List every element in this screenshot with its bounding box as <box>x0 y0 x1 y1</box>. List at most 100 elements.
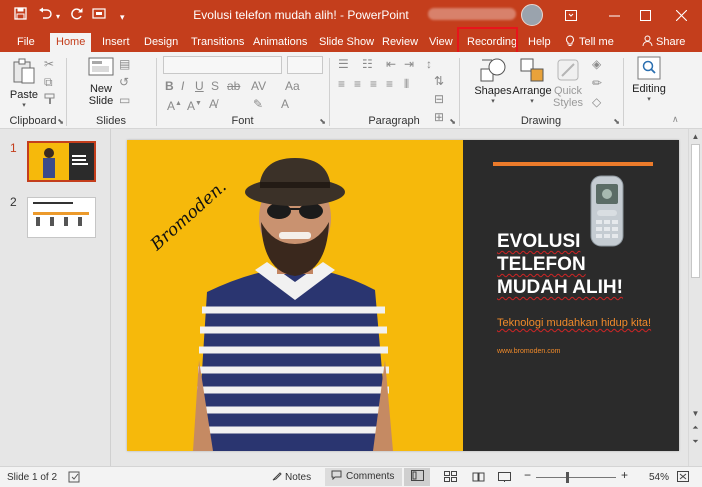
shapes-button[interactable]: Shapes ▾ <box>474 57 512 105</box>
scroll-down-icon[interactable]: ▼ <box>689 407 702 420</box>
text-direction-icon[interactable]: ⇅ <box>434 74 444 88</box>
new-slide-button[interactable]: New Slide <box>85 57 117 107</box>
tab-review[interactable]: Review <box>376 33 424 52</box>
scroll-up-icon[interactable]: ▲ <box>689 130 702 143</box>
save-icon[interactable] <box>14 7 27 24</box>
quick-styles-button[interactable]: Quick Styles <box>550 57 586 109</box>
share-button[interactable]: Share <box>636 33 691 52</box>
font-size-combo[interactable] <box>287 56 323 74</box>
close-icon[interactable] <box>665 0 697 30</box>
highlight-color-icon[interactable]: ✎ <box>253 97 263 111</box>
italic-icon[interactable]: I <box>181 79 184 93</box>
increase-indent-icon[interactable]: ⇥ <box>404 57 414 71</box>
scroll-thumb[interactable] <box>691 144 700 278</box>
zoom-out-icon[interactable]: − <box>524 469 531 482</box>
tell-me-box[interactable]: Tell me <box>559 33 620 52</box>
slide-counter[interactable]: Slide 1 of 2 <box>7 471 57 484</box>
format-painter-icon[interactable] <box>44 93 56 108</box>
maximize-icon[interactable] <box>629 0 661 30</box>
copy-icon[interactable]: ⧉ <box>44 75 53 89</box>
collapse-ribbon-icon[interactable]: ∧ <box>672 112 679 126</box>
drawing-launcher-icon[interactable]: ⬊ <box>613 117 620 126</box>
increase-font-icon[interactable]: A▲ <box>167 97 182 113</box>
customize-icon[interactable]: ▾ <box>120 9 125 25</box>
slide-url[interactable]: www.bromoden.com <box>497 348 560 355</box>
layout-icon[interactable]: ▤ <box>119 57 130 71</box>
ribbon-display-icon[interactable] <box>555 0 587 30</box>
slide-subtitle[interactable]: Teknologi mudahkan hidup kita! <box>497 316 657 331</box>
tab-file[interactable]: File <box>11 33 41 52</box>
slide-title[interactable]: EVOLUSI TELEFON MUDAH ALIH! <box>497 230 623 299</box>
underline-icon[interactable]: U <box>195 79 204 93</box>
paragraph-launcher-icon[interactable]: ⬊ <box>449 117 456 126</box>
paste-dropdown-icon[interactable]: ▾ <box>6 101 42 109</box>
undo-icon[interactable] <box>38 7 52 24</box>
change-case-icon[interactable]: Aa <box>285 79 300 93</box>
justify-icon[interactable]: ≡ <box>386 77 393 91</box>
zoom-slider[interactable] <box>536 477 616 478</box>
accessibility-icon[interactable] <box>68 471 81 487</box>
tab-view[interactable]: View <box>423 33 459 52</box>
arrange-button[interactable]: Arrange ▾ <box>512 57 552 105</box>
cut-icon[interactable]: ✂ <box>44 57 54 71</box>
align-left-icon[interactable]: ≡ <box>338 77 345 91</box>
shape-outline-icon[interactable]: ✏ <box>592 76 602 90</box>
tab-home[interactable]: Home <box>50 33 92 52</box>
align-center-icon[interactable]: ≡ <box>354 77 361 91</box>
slide-number-2: 2 <box>10 195 17 209</box>
font-name-combo[interactable] <box>163 56 282 74</box>
notes-button[interactable]: Notes <box>272 471 311 484</box>
vertical-scrollbar[interactable]: ▲ ▼ ⏶ ⏷ <box>688 129 702 466</box>
next-slide-icon[interactable]: ⏷ <box>689 435 702 448</box>
slide-text-panel[interactable]: EVOLUSI TELEFON MUDAH ALIH! Teknologi mu… <box>463 140 679 451</box>
slide-photo-panel[interactable]: Bromoden. <box>127 140 463 451</box>
tab-animations[interactable]: Animations <box>247 33 313 52</box>
normal-view-icon[interactable] <box>404 468 430 486</box>
reading-view-icon[interactable] <box>472 471 485 486</box>
comments-button[interactable]: Comments <box>325 468 403 486</box>
font-launcher-icon[interactable]: ⬊ <box>319 117 326 126</box>
avatar[interactable] <box>521 4 543 26</box>
character-spacing-icon[interactable]: AV <box>251 79 266 93</box>
previous-slide-icon[interactable]: ⏶ <box>689 421 702 434</box>
decrease-font-icon[interactable]: A▼ <box>187 97 202 113</box>
shape-effects-icon[interactable]: ◇ <box>592 95 601 109</box>
decrease-indent-icon[interactable]: ⇤ <box>386 57 396 71</box>
slide-show-icon[interactable] <box>498 471 511 486</box>
reset-icon[interactable]: ↺ <box>119 75 129 89</box>
section-icon[interactable]: ▭ <box>119 93 130 107</box>
undo-dropdown-icon[interactable]: ▾ <box>56 9 60 25</box>
fit-to-window-icon[interactable] <box>677 471 689 486</box>
tab-insert[interactable]: Insert <box>96 33 136 52</box>
minimize-icon[interactable] <box>598 0 630 30</box>
columns-icon[interactable]: ⫴ <box>404 77 409 91</box>
slide-thumbnail-2[interactable] <box>27 197 96 238</box>
editing-button[interactable]: Editing ▾ <box>628 56 670 103</box>
numbering-icon[interactable]: ☷ <box>362 57 373 71</box>
bold-icon[interactable]: B <box>165 79 174 93</box>
zoom-slider-thumb[interactable] <box>566 472 569 483</box>
slide-sorter-icon[interactable] <box>444 471 457 486</box>
start-from-beginning-icon[interactable] <box>92 7 106 24</box>
tab-transitions[interactable]: Transitions <box>185 33 250 52</box>
zoom-level[interactable]: 54% <box>649 471 669 484</box>
slide-thumbnail-1[interactable] <box>27 141 96 182</box>
align-right-icon[interactable]: ≡ <box>370 77 377 91</box>
align-text-icon[interactable]: ⊟ <box>434 92 444 106</box>
shape-fill-icon[interactable]: ◈ <box>592 57 601 71</box>
bullets-icon[interactable]: ☰ <box>338 57 349 71</box>
clipboard-launcher-icon[interactable]: ⬊ <box>57 117 64 126</box>
line-spacing-icon[interactable]: ↕ <box>426 57 432 71</box>
user-name-blurred[interactable] <box>428 8 516 20</box>
paste-button[interactable]: Paste ▾ <box>6 57 42 109</box>
redo-icon[interactable] <box>70 7 83 24</box>
strikethrough-icon[interactable]: ab <box>227 79 240 93</box>
tab-design[interactable]: Design <box>138 33 184 52</box>
zoom-in-icon[interactable]: + <box>621 469 628 482</box>
tab-slide-show[interactable]: Slide Show <box>313 33 380 52</box>
font-color-icon[interactable]: A <box>281 97 289 111</box>
shadow-icon[interactable]: S <box>211 79 219 93</box>
clear-formatting-icon[interactable]: A̸ <box>209 97 217 111</box>
current-slide[interactable]: Bromoden. EVOLUSI TELEFON MUDAH ALIH! Te… <box>127 140 679 451</box>
tab-help[interactable]: Help <box>522 33 557 52</box>
